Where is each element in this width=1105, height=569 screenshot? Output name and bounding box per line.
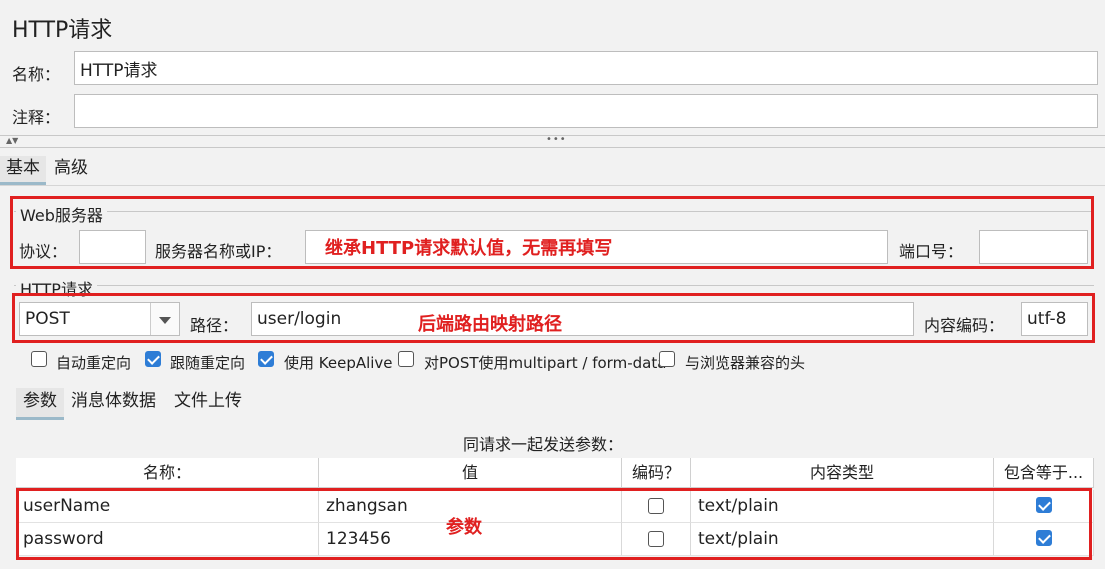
multipart-checkbox[interactable] (398, 351, 414, 367)
params-caption: 同请求一起发送参数： (463, 435, 624, 454)
column-header-name[interactable]: 名称： (16, 458, 319, 488)
collapse-arrows-icon[interactable]: ▲▼ (6, 136, 18, 145)
multipart-label: 对POST使用multipart / form-data (424, 354, 667, 372)
httprequest-group-border (14, 285, 1094, 286)
keepalive-label: 使用 KeepAlive (284, 354, 393, 372)
tab-advanced[interactable]: 高级 (54, 156, 88, 180)
tabs-divider (0, 185, 1105, 186)
follow-redirect-checkbox[interactable] (145, 351, 161, 367)
drag-handle-icon[interactable]: ••• (546, 134, 567, 145)
tab-parameters[interactable]: 参数 (16, 388, 64, 420)
tab-file-upload[interactable]: 文件上传 (174, 388, 242, 415)
tab-basic[interactable]: 基本 (0, 156, 46, 185)
annotation-path-note: 后端路由映射路径 (418, 314, 562, 335)
name-label: 名称： (12, 65, 61, 84)
browser-headers-checkbox[interactable] (659, 351, 675, 367)
column-header-value[interactable]: 值 (319, 458, 622, 488)
comment-label: 注释： (12, 108, 61, 127)
tab-body-data[interactable]: 消息体数据 (71, 388, 156, 415)
auto-redirect-checkbox[interactable] (31, 351, 47, 367)
browser-headers-label: 与浏览器兼容的头 (685, 354, 806, 372)
name-field[interactable]: HTTP请求 (74, 51, 1098, 85)
annotation-box-params (16, 488, 1092, 560)
page-title: HTTP请求 (12, 18, 113, 43)
column-header-content-type[interactable]: 内容类型 (691, 458, 994, 488)
follow-redirect-label: 跟随重定向 (170, 354, 246, 372)
column-header-encode[interactable]: 编码？ (622, 458, 691, 488)
comment-field[interactable] (74, 94, 1098, 128)
annotation-server-note: 继承HTTP请求默认值，无需再填写 (325, 238, 613, 259)
splitter-line-lower (0, 147, 1105, 148)
keepalive-checkbox[interactable] (258, 351, 274, 367)
auto-redirect-label: 自动重定向 (56, 354, 132, 372)
column-header-include-equals[interactable]: 包含等于... (994, 458, 1094, 488)
annotation-params-note: 参数 (446, 517, 482, 538)
